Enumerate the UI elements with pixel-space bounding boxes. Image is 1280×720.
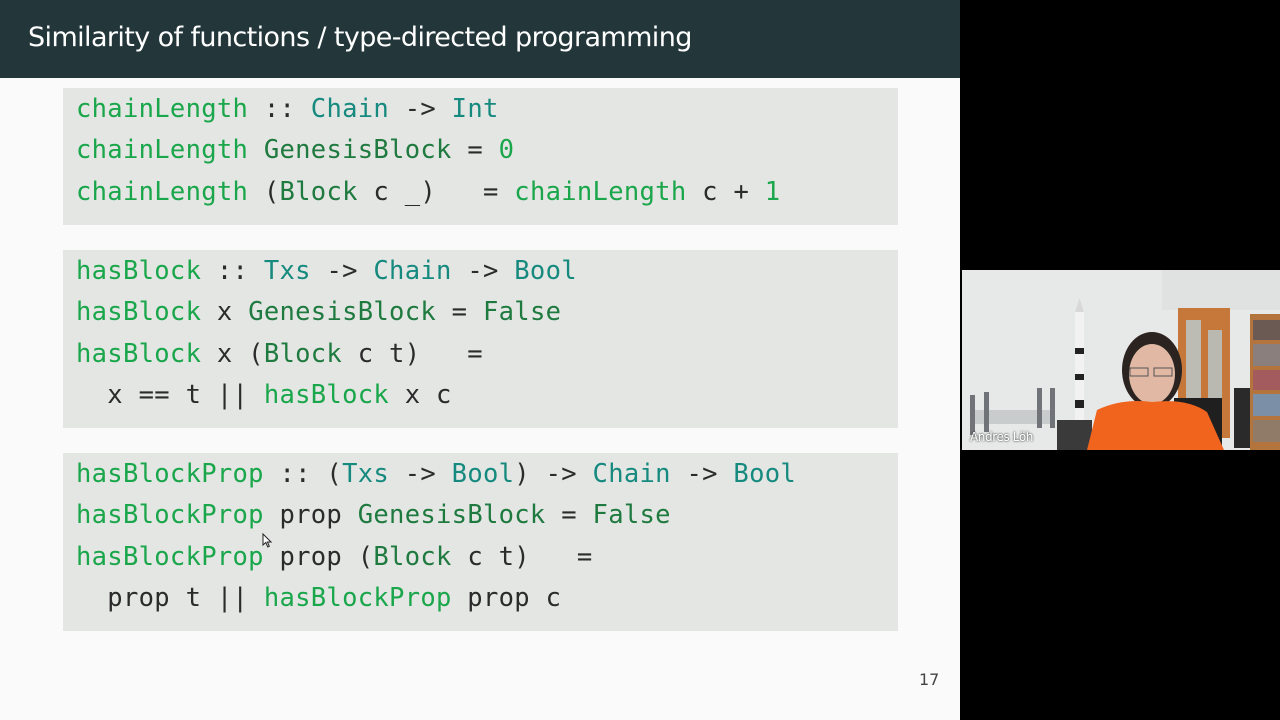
code-line: hasBlockProp prop GenesisBlock = False <box>76 498 671 532</box>
code-token-var: prop t || <box>76 582 264 613</box>
code-token-var: c + <box>686 176 765 207</box>
code-token-fn: chainLength <box>76 94 249 124</box>
code-token-ty: Txs <box>263 256 311 286</box>
code-token-fn: hasBlock <box>76 338 202 369</box>
code-token-var: x <box>201 297 249 328</box>
code-token-fn: chainLength <box>76 135 249 166</box>
code-token-var: x == t || <box>76 379 264 410</box>
code-token-op: ( <box>248 176 280 207</box>
code-token-fn: hasBlock <box>263 379 390 410</box>
code-token-fn: hasBlockProp <box>76 459 264 489</box>
code-token-ty: Txs <box>342 459 390 489</box>
code-token-op: -> <box>451 256 515 286</box>
code-token-op: -> <box>389 94 452 124</box>
code-token-op: = <box>436 297 483 328</box>
webcam-video-image <box>962 270 1280 450</box>
code-token-op: ) -> <box>514 459 593 489</box>
code-line: x == t || hasBlock x c <box>76 378 452 412</box>
code-line: chainLength GenesisBlock = 0 <box>76 133 514 167</box>
code-token-con: Block <box>263 338 343 369</box>
code-token-op: :: ( <box>263 459 343 489</box>
code-token-var: c t) = <box>451 541 593 572</box>
code-token-var: x ( <box>201 338 264 369</box>
code-token-ty: Chain <box>310 94 390 124</box>
code-token-lit: 0 <box>498 135 515 166</box>
code-token-op: -> <box>310 256 374 286</box>
slide-header: Similarity of functions / type-directed … <box>0 0 960 78</box>
code-line: prop t || hasBlockProp prop c <box>76 581 561 615</box>
code-line: chainLength (Block c _) = chainLength c … <box>76 175 780 209</box>
code-token-con: GenesisBlock <box>248 297 437 328</box>
code-line: hasBlock x GenesisBlock = False <box>76 295 561 329</box>
code-token-con: GenesisBlock <box>357 500 546 531</box>
code-token-op: = <box>545 500 593 531</box>
code-token-con: False <box>592 500 671 531</box>
code-token-fn: chainLength <box>76 176 249 207</box>
code-token-var: prop <box>263 500 358 531</box>
code-token-var: prop ( <box>263 541 374 572</box>
code-token-op: = <box>451 135 499 166</box>
code-token-fn: hasBlock <box>76 256 202 286</box>
code-token-op <box>248 135 264 165</box>
code-token-fn: hasBlockProp <box>76 541 264 572</box>
code-token-var: c _) = <box>357 176 515 207</box>
code-token-var: c t) = <box>342 338 483 369</box>
code-token-con: Block <box>279 176 358 207</box>
code-token-ty: Bool <box>514 256 577 286</box>
code-token-var: prop c <box>451 582 562 613</box>
code-token-ty: Int <box>451 94 499 124</box>
code-line: hasBlock x (Block c t) = <box>76 337 483 371</box>
code-token-con: False <box>482 297 562 328</box>
code-token-fn: hasBlock <box>76 297 202 328</box>
page-number: 17 <box>919 670 940 689</box>
code-line: hasBlock :: Txs -> Chain -> Bool <box>76 254 577 288</box>
code-token-fn: hasBlockProp <box>263 582 452 613</box>
code-line: chainLength :: Chain -> Int <box>76 92 499 126</box>
code-token-ty: Bool <box>451 459 515 489</box>
code-token-var: x c <box>389 379 452 410</box>
code-token-con: GenesisBlock <box>263 135 452 166</box>
code-token-fn: chainLength <box>514 176 687 207</box>
code-token-fn: hasBlockProp <box>76 500 264 531</box>
mouse-cursor-icon <box>262 533 272 548</box>
webcam-participant-name: Andres Löh <box>970 430 1033 444</box>
code-token-ty: Bool <box>733 459 797 489</box>
code-token-ty: Chain <box>592 459 671 489</box>
code-block-chainlength: chainLength :: Chain -> Int chainLength G… <box>63 88 898 225</box>
slide-title: Similarity of functions / type-directed … <box>28 22 692 53</box>
code-token-op: -> <box>389 459 452 489</box>
code-line: hasBlockProp prop (Block c t) = <box>76 540 593 574</box>
code-token-con: Block <box>373 541 452 572</box>
webcam-video-tile[interactable]: Andres Löh <box>962 270 1280 450</box>
code-block-hasblock: hasBlock :: Txs -> Chain -> Bool hasBlock… <box>63 250 898 428</box>
code-line: hasBlockProp :: (Txs -> Bool) -> Chain -… <box>76 457 796 491</box>
code-block-hasblockprop: hasBlockProp :: (Txs -> Bool) -> Chain -… <box>63 453 898 631</box>
code-token-op: :: <box>201 256 264 286</box>
code-token-lit: 1 <box>764 176 781 207</box>
code-token-op: :: <box>248 94 311 124</box>
code-token-ty: Chain <box>373 256 452 286</box>
slide: Similarity of functions / type-directed … <box>0 0 960 720</box>
code-token-op: -> <box>670 459 734 489</box>
